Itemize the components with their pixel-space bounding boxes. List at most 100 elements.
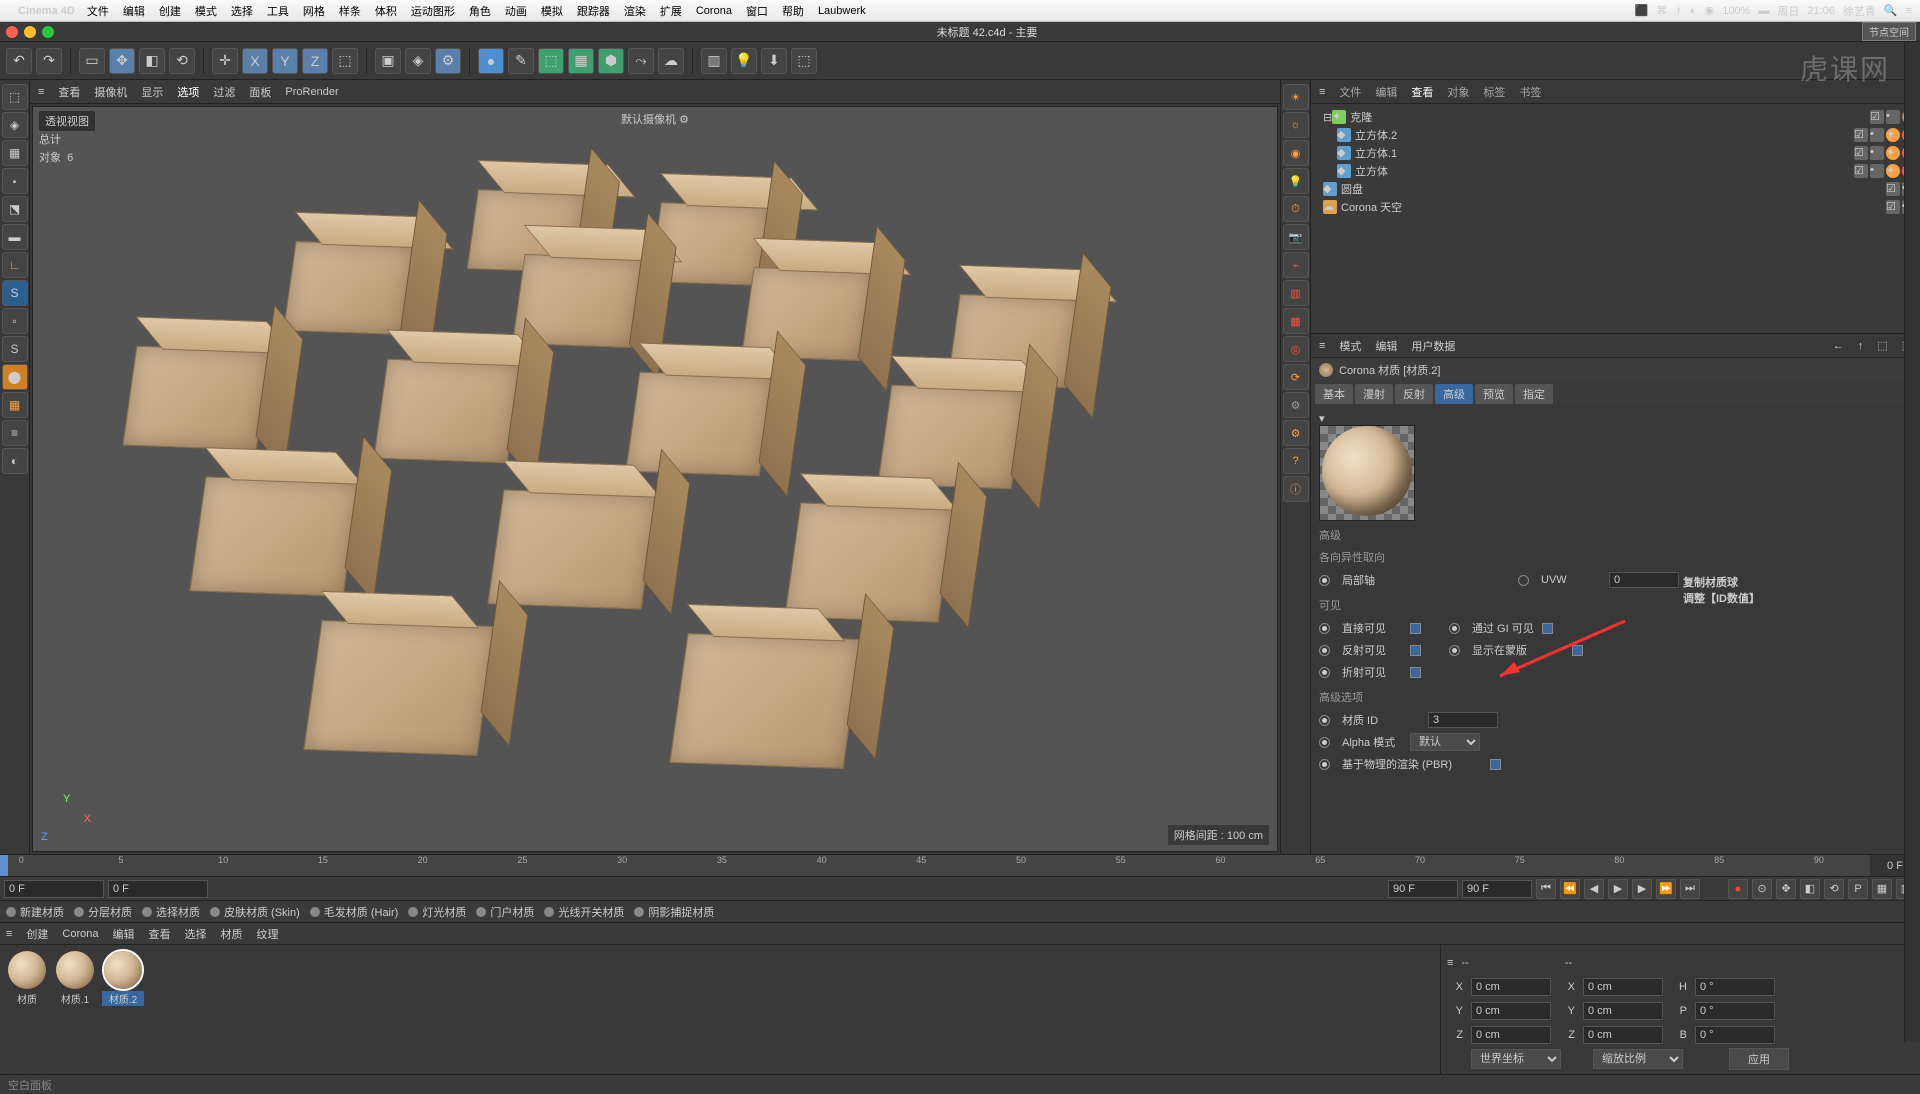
mat-rayswitch[interactable]: 光线开关材质 <box>544 904 624 920</box>
radio-refract[interactable] <box>1319 667 1330 678</box>
tree-row-disc[interactable]: ◆ 圆盘 ☑• <box>1315 180 1916 198</box>
frame-fwd[interactable]: ▶ <box>1632 879 1652 899</box>
radio-local-axis[interactable] <box>1319 575 1330 586</box>
tab-diffuse[interactable]: 漫射 <box>1355 384 1393 404</box>
key-pos[interactable]: ✥ <box>1776 879 1796 899</box>
object-mode[interactable]: ◈ <box>2 112 28 138</box>
tray-icon[interactable]: ⬛ <box>1635 4 1649 17</box>
side-cable[interactable]: ⌁ <box>1283 252 1309 278</box>
misc-ltool[interactable]: ◐ <box>2 448 28 474</box>
coord-menu-icon[interactable]: ≡ <box>1447 957 1453 969</box>
step-back[interactable]: ⏪ <box>1560 879 1580 899</box>
tray-icon-2[interactable]: ◐ <box>1690 5 1697 17</box>
coord-x[interactable] <box>1471 978 1551 996</box>
menu-mograph[interactable]: 运动图形 <box>411 3 455 19</box>
edge-mode[interactable]: ⬔ <box>2 196 28 222</box>
generator-1[interactable]: ⬚ <box>538 48 564 74</box>
vp-menu-icon[interactable]: ≡ <box>38 86 44 98</box>
misc-tool[interactable]: ⬚ <box>791 48 817 74</box>
side-light-3[interactable]: ◉ <box>1283 140 1309 166</box>
search-icon[interactable]: 🔍 <box>1884 4 1898 17</box>
check-reflect[interactable] <box>1410 645 1421 656</box>
menu-animate[interactable]: 动画 <box>505 3 527 19</box>
material-preview[interactable] <box>1319 425 1415 521</box>
mat-material[interactable]: 材质 <box>221 926 243 942</box>
mat-create[interactable]: 创建 <box>26 926 48 942</box>
om-menu-icon[interactable]: ≡ <box>1319 86 1325 98</box>
window-close[interactable] <box>6 26 18 38</box>
side-light-1[interactable]: ☀ <box>1283 84 1309 110</box>
menu-help[interactable]: 帮助 <box>782 3 804 19</box>
object-tree[interactable]: ⊟✦ 克隆 ☑• ◆ 立方体.2 ☑•✦ ◆ 立方体.1 ☑•✦ ◆ 立方体 ☑… <box>1311 104 1920 334</box>
menu-select[interactable]: 选择 <box>231 3 253 19</box>
material-slot-1[interactable]: 材质.1 <box>54 951 96 1006</box>
key-misc1[interactable]: ▦ <box>1872 879 1892 899</box>
grid-tool[interactable]: ▦ <box>2 392 28 418</box>
mat-select-menu[interactable]: 选择 <box>185 926 207 942</box>
side-info[interactable]: ⓘ <box>1283 476 1309 502</box>
om-file[interactable]: 文件 <box>1339 84 1361 100</box>
bluetooth-icon[interactable]: ᚼ <box>1675 5 1682 17</box>
om-tags[interactable]: 标签 <box>1483 84 1505 100</box>
time-end[interactable] <box>1388 880 1458 898</box>
side-stack-2[interactable]: ▦ <box>1283 308 1309 334</box>
menu-tracker[interactable]: 跟踪器 <box>577 3 610 19</box>
coord-y2[interactable] <box>1583 1002 1663 1020</box>
tab-assign[interactable]: 指定 <box>1515 384 1553 404</box>
material-id-input[interactable] <box>1428 712 1498 728</box>
generator-2[interactable]: ▦ <box>568 48 594 74</box>
environment[interactable]: ☁ <box>658 48 684 74</box>
menu-render[interactable]: 渲染 <box>624 3 646 19</box>
wifi-icon[interactable]: ⌘ <box>1656 4 1667 17</box>
check-pbr[interactable] <box>1490 759 1501 770</box>
autokey[interactable]: ⊙ <box>1752 879 1772 899</box>
side-light-2[interactable]: ☼ <box>1283 112 1309 138</box>
coord-b[interactable] <box>1695 1026 1775 1044</box>
menu-spline[interactable]: 样条 <box>339 3 361 19</box>
side-gear[interactable]: ⚙ <box>1283 392 1309 418</box>
side-mat[interactable]: ◎ <box>1283 336 1309 362</box>
mat-corona[interactable]: Corona <box>62 928 98 940</box>
menu-character[interactable]: 角色 <box>469 3 491 19</box>
window-minimize[interactable] <box>24 26 36 38</box>
time-current[interactable] <box>108 880 208 898</box>
radio-direct[interactable] <box>1319 623 1330 634</box>
play[interactable]: ▶ <box>1608 879 1628 899</box>
menu-icon[interactable]: ≡ <box>1906 5 1912 17</box>
check-direct[interactable] <box>1410 623 1421 634</box>
mat-new[interactable]: 新建材质 <box>6 904 64 920</box>
attr-mode[interactable]: 模式 <box>1339 338 1361 354</box>
mat-light[interactable]: 灯光材质 <box>408 904 466 920</box>
tree-row-cube1[interactable]: ◆ 立方体.1 ☑•✦ <box>1315 144 1916 162</box>
tab-advanced[interactable]: 高级 <box>1435 384 1473 404</box>
coord-x2[interactable] <box>1583 978 1663 996</box>
side-bulb[interactable]: 💡 <box>1283 168 1309 194</box>
material-browser[interactable]: 材质 材质.1 材质.2 <box>0 945 1440 1074</box>
time-end2[interactable] <box>1462 880 1532 898</box>
timeline[interactable]: 051015202530354045505560657075808590 0 F <box>0 854 1920 876</box>
menu-file[interactable]: 文件 <box>87 3 109 19</box>
menu-window[interactable]: 窗口 <box>746 3 768 19</box>
vp-panel[interactable]: 面板 <box>249 84 271 100</box>
om-view[interactable]: 查看 <box>1411 84 1433 100</box>
menu-mesh[interactable]: 网格 <box>303 3 325 19</box>
radio-reflect[interactable] <box>1319 645 1330 656</box>
coord-scale[interactable]: 缩放比例 <box>1593 1049 1683 1069</box>
snap-s-1[interactable]: S <box>2 280 28 306</box>
side-clock[interactable]: ⏱ <box>1283 196 1309 222</box>
check-refract[interactable] <box>1410 667 1421 678</box>
snap-toggle[interactable]: ▫ <box>2 308 28 334</box>
vp-display[interactable]: 显示 <box>141 84 163 100</box>
uvw-input[interactable] <box>1609 572 1679 588</box>
coord-world[interactable]: 世界坐标 <box>1471 1049 1561 1069</box>
menu-volume[interactable]: 体积 <box>375 3 397 19</box>
polygon-mode[interactable]: ▬ <box>2 224 28 250</box>
coord-h[interactable] <box>1695 978 1775 996</box>
axis-mode[interactable]: ∟ <box>2 252 28 278</box>
mat-select[interactable]: 选择材质 <box>142 904 200 920</box>
mat-menu-icon[interactable]: ≡ <box>6 928 12 940</box>
mat-hair[interactable]: 毛发材质 (Hair) <box>310 904 399 920</box>
viewport-3d[interactable]: 透视视图 默认摄像机 ⚙ 总计 对象 6 <box>32 106 1278 852</box>
mat-layer[interactable]: 分层材质 <box>74 904 132 920</box>
mat-portal[interactable]: 门户材质 <box>476 904 534 920</box>
